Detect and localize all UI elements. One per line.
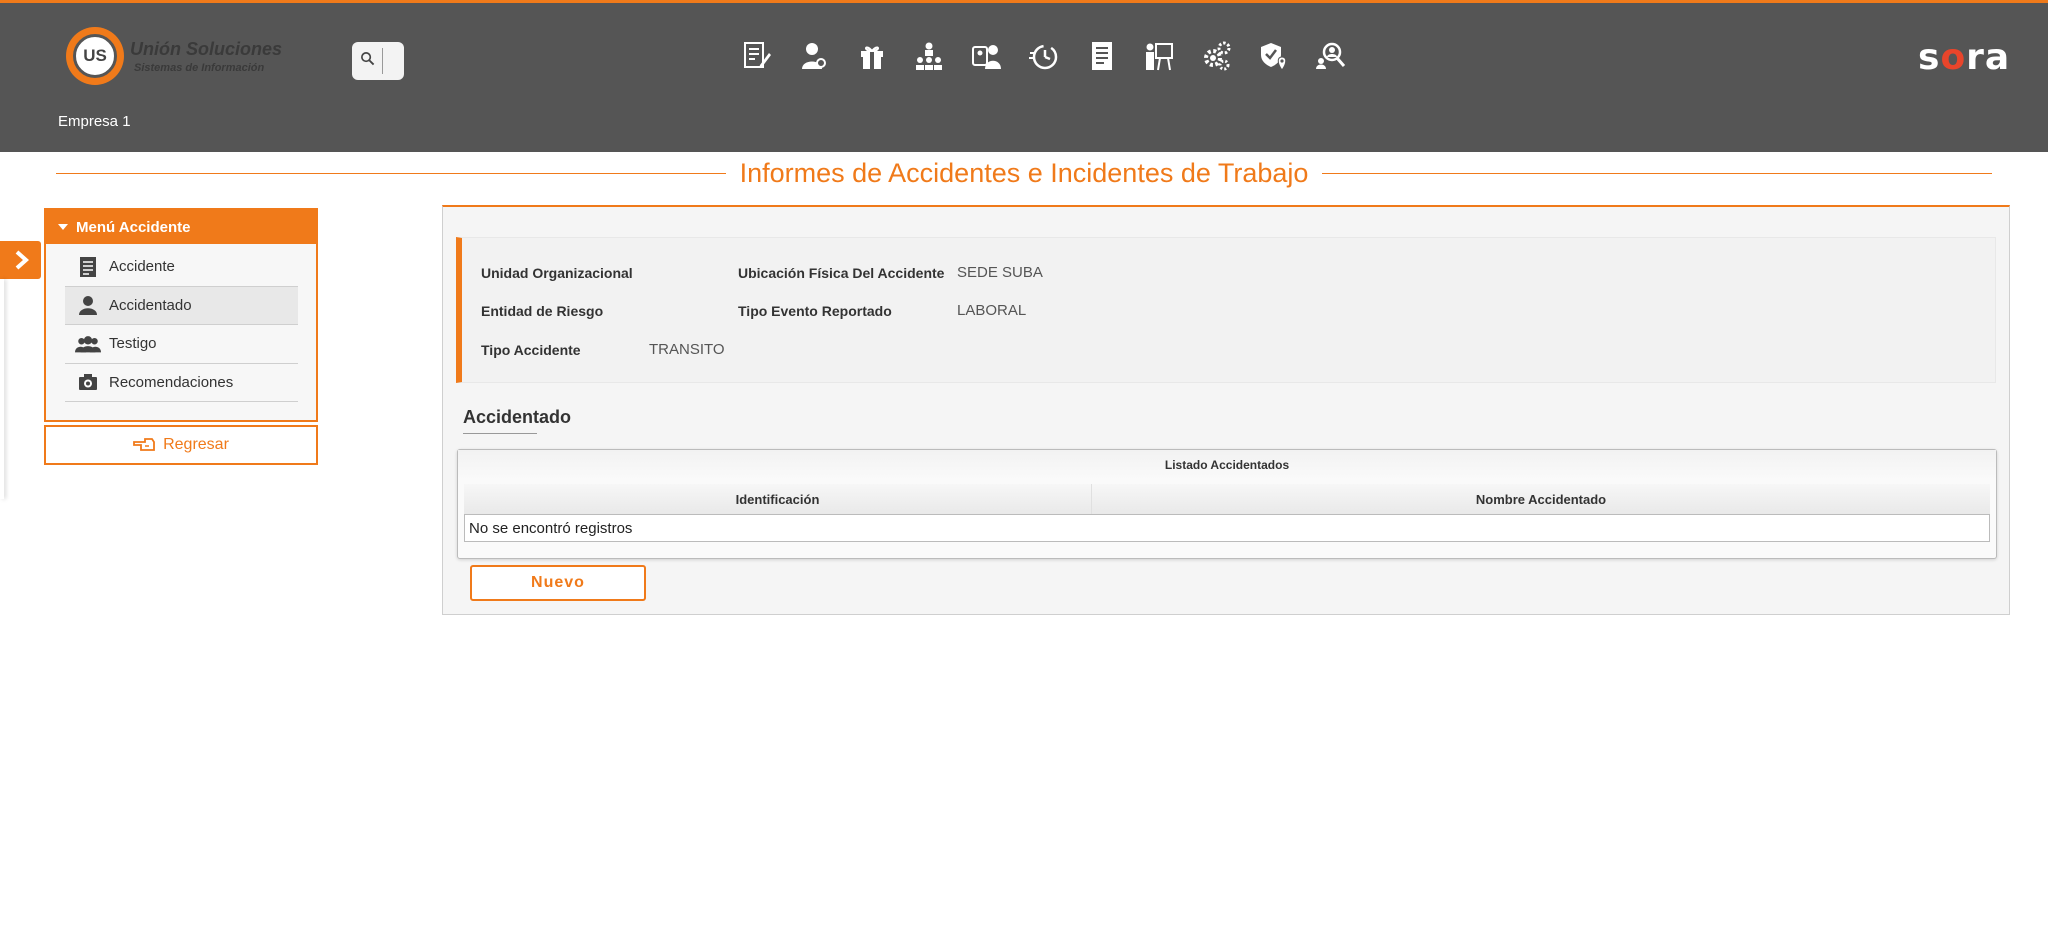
document-icon (75, 256, 101, 278)
section-title: Accidentado (463, 407, 572, 427)
table-header: Identificación Nombre Accidentado (464, 484, 1990, 514)
user-icon (75, 295, 101, 316)
accidentados-table: Listado Accidentados Identificación Nomb… (457, 449, 1997, 559)
module-nav (728, 35, 1361, 77)
ubicacion-value: SEDE SUBA (957, 264, 1043, 281)
search-box (352, 42, 404, 80)
evento-label: Tipo Evento Reportado (738, 303, 892, 319)
page-title: Informes de Accidentes e Incidentes de T… (739, 157, 1309, 188)
accident-menu: Menú Accidente Accidente Accidentado Tes… (44, 208, 318, 422)
brand-accent-letter: o (1940, 37, 1967, 78)
stopwatch-icon[interactable] (1016, 35, 1074, 77)
tipo-label: Tipo Accidente (481, 342, 581, 358)
menu-item-label: Testigo (109, 335, 157, 353)
tipo-value: TRANSITO (649, 341, 725, 358)
gears-icon[interactable] (1188, 35, 1246, 77)
menu-item-label: Accidente (109, 258, 175, 276)
search-input[interactable] (382, 48, 396, 74)
company-name: Empresa 1 (58, 113, 131, 130)
top-header: US Unión Soluciones Sistemas de Informac… (0, 0, 2048, 152)
menu-header[interactable]: Menú Accidente (46, 210, 316, 244)
title-divider-left (56, 172, 726, 174)
sidebar-toggle[interactable] (0, 241, 41, 279)
org-chart-icon[interactable] (901, 35, 959, 77)
logo-title: Unión Soluciones (130, 38, 283, 59)
document-edit-icon[interactable] (728, 35, 786, 77)
hand-point-left-icon (133, 438, 155, 451)
table-empty-message: No se encontró registros (464, 514, 1990, 542)
main-panel: Unidad Organizacional Ubicación Física D… (442, 205, 2010, 615)
menu-item-testigo[interactable]: Testigo (65, 325, 298, 364)
logo-subtitle: Sistemas de Información (134, 61, 265, 74)
group-icon (75, 335, 101, 353)
menu-item-accidentado[interactable]: Accidentado (65, 286, 298, 325)
menu-header-label: Menú Accidente (76, 218, 191, 236)
evento-value: LABORAL (957, 302, 1027, 319)
search-icon[interactable] (352, 51, 382, 71)
accident-info: Unidad Organizacional Ubicación Física D… (456, 237, 1996, 383)
brand-text: sora (1918, 37, 2011, 78)
user-settings-icon[interactable] (786, 35, 844, 77)
logo-mark: US (66, 27, 124, 85)
new-button[interactable]: Nuevo (470, 565, 646, 601)
page-title-row: Informes de Accidentes e Incidentes de T… (56, 156, 1993, 190)
caret-down-icon (58, 224, 68, 230)
column-header-nombre[interactable]: Nombre Accidentado (1092, 484, 1990, 514)
title-divider-right (1322, 172, 1993, 174)
report-list-icon[interactable] (1073, 35, 1131, 77)
table-caption: Listado Accidentados (458, 450, 1996, 480)
menu-item-label: Recomendaciones (109, 373, 234, 391)
back-button[interactable]: Regresar (44, 425, 318, 465)
menu-item-accidente[interactable]: Accidente (65, 248, 298, 287)
unidad-label: Unidad Organizacional (481, 265, 633, 281)
menu-item-recomendaciones[interactable]: Recomendaciones (65, 364, 298, 402)
column-header-identificacion[interactable]: Identificación (464, 484, 1092, 514)
entidad-label: Entidad de Riesgo (481, 303, 604, 319)
chevron-right-icon (15, 250, 29, 270)
gift-icon[interactable] (843, 35, 901, 77)
users-search-icon[interactable] (1303, 35, 1361, 77)
brand-logo: sora (1918, 37, 2010, 78)
section-underline (463, 433, 537, 434)
sidebar-shadow (0, 279, 4, 499)
shield-location-icon[interactable] (1246, 35, 1304, 77)
camera-icon (75, 373, 101, 391)
menu-item-label: Accidentado (109, 296, 192, 314)
company-logo[interactable]: US Unión Soluciones Sistemas de Informac… (66, 27, 282, 85)
id-badge-icon[interactable] (958, 35, 1016, 77)
ubicacion-label: Ubicación Física Del Accidente (738, 265, 945, 281)
logo-mark-text: US (73, 34, 117, 78)
presentation-icon[interactable] (1131, 35, 1189, 77)
back-button-label: Regresar (163, 436, 229, 453)
